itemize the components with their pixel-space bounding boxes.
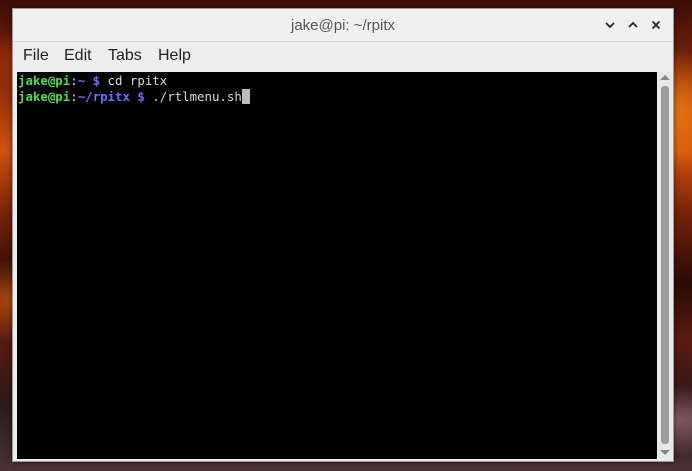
close-icon — [651, 20, 661, 30]
scroll-up-arrow-icon[interactable] — [660, 75, 670, 80]
window-title: jake@pi: ~/rpitx — [290, 17, 396, 34]
text-cursor — [241, 89, 250, 104]
minimize-button[interactable] — [601, 16, 619, 34]
prompt-user: jake@pi — [18, 89, 71, 104]
command-text: cd rpitx — [100, 73, 168, 88]
prompt-colon: : — [70, 73, 78, 88]
prompt-path: ~ $ — [77, 73, 101, 88]
vertical-scrollbar[interactable] — [658, 72, 672, 458]
maximize-button[interactable] — [624, 16, 642, 34]
terminal-line: jake@pi:~ $ cd rpitx — [17, 73, 657, 89]
scroll-down-arrow-icon[interactable] — [660, 450, 670, 455]
scroll-thumb[interactable] — [661, 86, 669, 444]
maximize-icon — [628, 21, 638, 28]
prompt-colon: : — [70, 89, 78, 104]
menu-file[interactable]: File — [23, 47, 49, 65]
menu-tabs[interactable]: Tabs — [108, 47, 142, 65]
titlebar[interactable]: jake@pi: ~/rpitx — [13, 9, 673, 42]
minimize-icon — [605, 22, 615, 29]
close-button[interactable] — [647, 16, 665, 34]
command-text: ./rtlmenu.sh — [144, 89, 242, 104]
menubar: File Edit Tabs Help — [13, 42, 673, 72]
menu-help[interactable]: Help — [158, 47, 191, 65]
prompt-user: jake@pi — [18, 73, 71, 88]
terminal-window: jake@pi: ~/rpitx File Edit Tabs Help jak… — [12, 8, 674, 462]
menu-edit[interactable]: Edit — [64, 47, 92, 65]
terminal-output[interactable]: jake@pi:~ $ cd rpitx jake@pi:~/rpitx $ .… — [17, 72, 657, 459]
terminal-line: jake@pi:~/rpitx $ ./rtlmenu.sh — [17, 89, 657, 105]
prompt-path: ~/rpitx $ — [77, 89, 145, 104]
